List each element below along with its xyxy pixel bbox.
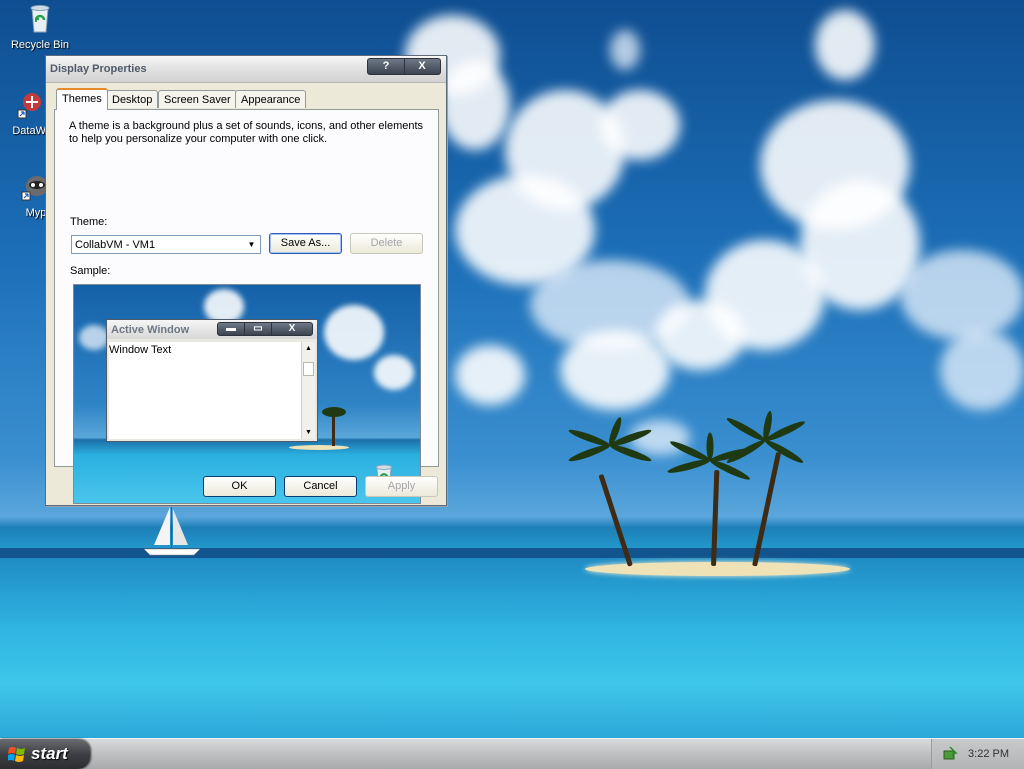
start-button[interactable]: start: [0, 739, 90, 769]
taskbar: start 3:22 PM: [0, 738, 1024, 769]
sample-cloud: [374, 355, 414, 390]
close-icon: X: [288, 323, 296, 334]
tab-desktop[interactable]: Desktop: [106, 90, 159, 108]
maximize-icon: ▭: [245, 323, 272, 335]
sample-window-text: Window Text: [109, 344, 172, 356]
scroll-thumb: [303, 362, 314, 376]
themes-panel: A theme is a background plus a set of so…: [54, 109, 439, 504]
cloud: [900, 250, 1024, 340]
display-properties-window: Display Properties ? X Themes Desktop Sc…: [45, 55, 447, 506]
sample-scrollbar: ▲ ▼: [301, 342, 315, 439]
palm-crown: [725, 410, 807, 466]
ok-button[interactable]: OK: [203, 476, 276, 497]
cloud: [440, 60, 510, 150]
scroll-down-icon: ▼: [305, 429, 312, 436]
help-button[interactable]: ?: [368, 59, 405, 74]
titlebar-buttons: ? X: [367, 58, 441, 75]
sample-window-buttons: ▬ ▭ X: [217, 322, 313, 336]
sample-window-title: Active Window: [111, 324, 190, 336]
window-titlebar[interactable]: Display Properties ? X: [46, 56, 446, 83]
cancel-button[interactable]: Cancel: [284, 476, 357, 497]
sample-window-body: Window Text: [109, 342, 304, 439]
cloud: [560, 330, 670, 410]
sample-island: [289, 445, 349, 450]
delete-button[interactable]: Delete: [350, 233, 423, 254]
tab-screen-saver[interactable]: Screen Saver: [158, 90, 237, 108]
minimize-icon: ▬: [218, 323, 245, 335]
desktop-icon-label: Recycle Bin: [10, 39, 70, 51]
desktop-icon-recycle-bin[interactable]: Recycle Bin: [0, 2, 80, 51]
cloud: [815, 10, 875, 80]
sample-cloud: [79, 325, 109, 350]
cloud: [455, 345, 525, 405]
sea: [0, 558, 1024, 738]
start-label: start: [31, 744, 68, 763]
sample-cloud: [324, 305, 384, 360]
theme-sample-preview: Active Window ▬ ▭ X Window Text ▲ ▼: [73, 284, 421, 504]
save-as-button[interactable]: Save As...: [269, 233, 342, 254]
sailboat: [143, 505, 201, 556]
window-title: Display Properties: [50, 63, 147, 75]
tab-appearance[interactable]: Appearance: [235, 90, 307, 108]
cloud: [940, 330, 1024, 410]
theme-label: Theme:: [70, 216, 108, 228]
theme-select-value: CollabVM - VM1: [75, 239, 156, 251]
sample-label: Sample:: [70, 265, 111, 277]
apply-button[interactable]: Apply: [365, 476, 438, 497]
island: [585, 562, 850, 576]
theme-description: A theme is a background plus a set of so…: [69, 120, 424, 145]
datawa-icon: [17, 93, 41, 119]
recycle-bin-icon: [30, 5, 50, 33]
palm-crown: [567, 416, 653, 464]
cloud: [610, 30, 640, 70]
sample-window-titlebar: Active Window ▬ ▭ X: [107, 320, 317, 339]
scroll-up-icon: ▲: [305, 345, 312, 352]
sample-palm-crown: [322, 407, 346, 417]
theme-select[interactable]: CollabVM - VM1 ▼: [71, 235, 261, 254]
cloud: [600, 90, 680, 160]
sample-palm: [332, 413, 335, 446]
chevron-down-icon[interactable]: ▼: [245, 238, 258, 251]
system-tray: 3:22 PM: [931, 739, 1024, 769]
close-button[interactable]: X: [404, 59, 440, 74]
sample-active-window: Active Window ▬ ▭ X Window Text ▲ ▼: [106, 319, 318, 442]
safely-remove-icon[interactable]: [942, 745, 960, 763]
tab-themes[interactable]: Themes: [56, 88, 108, 110]
windows-logo-icon: [8, 747, 25, 762]
clock[interactable]: 3:22 PM: [968, 748, 1009, 760]
